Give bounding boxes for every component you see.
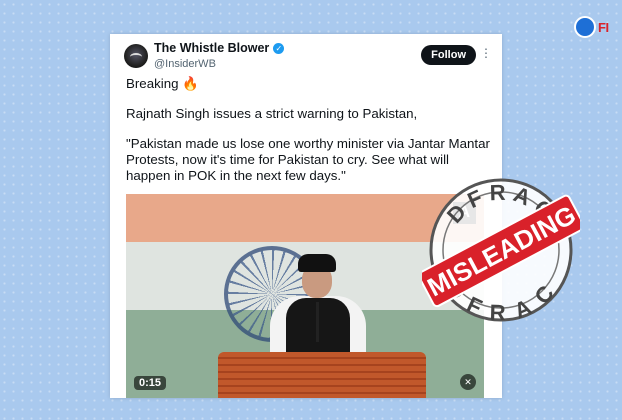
speaker-muted-icon[interactable]: ✕ — [460, 374, 476, 390]
avatar[interactable] — [124, 44, 148, 68]
microphone — [316, 302, 319, 342]
magnifier-logo-icon — [574, 16, 596, 38]
misleading-stamp: DFRAC DFRAC MISLEADING — [422, 178, 580, 325]
tweet-header: The Whistle Blower ✓ @InsiderWB Follow ⋮ — [124, 40, 492, 74]
handle[interactable]: @InsiderWB — [154, 58, 216, 70]
verified-badge-icon: ✓ — [273, 42, 285, 54]
follow-button[interactable]: Follow — [421, 45, 476, 65]
more-options-icon[interactable]: ⋮ — [480, 46, 492, 60]
dfrac-logo: FI — [570, 10, 622, 44]
fire-icon: 🔥 — [182, 76, 199, 91]
tweet-breaking-line: Breaking 🔥 — [126, 76, 490, 92]
video-timestamp: 0:15 — [134, 376, 167, 390]
tweet-headline: Rajnath Singh issues a strict warning to… — [126, 106, 418, 121]
breaking-text: Breaking — [126, 76, 179, 91]
display-name[interactable]: The Whistle Blower — [154, 41, 269, 55]
brand-text: FI — [598, 19, 609, 35]
podium — [218, 352, 426, 398]
